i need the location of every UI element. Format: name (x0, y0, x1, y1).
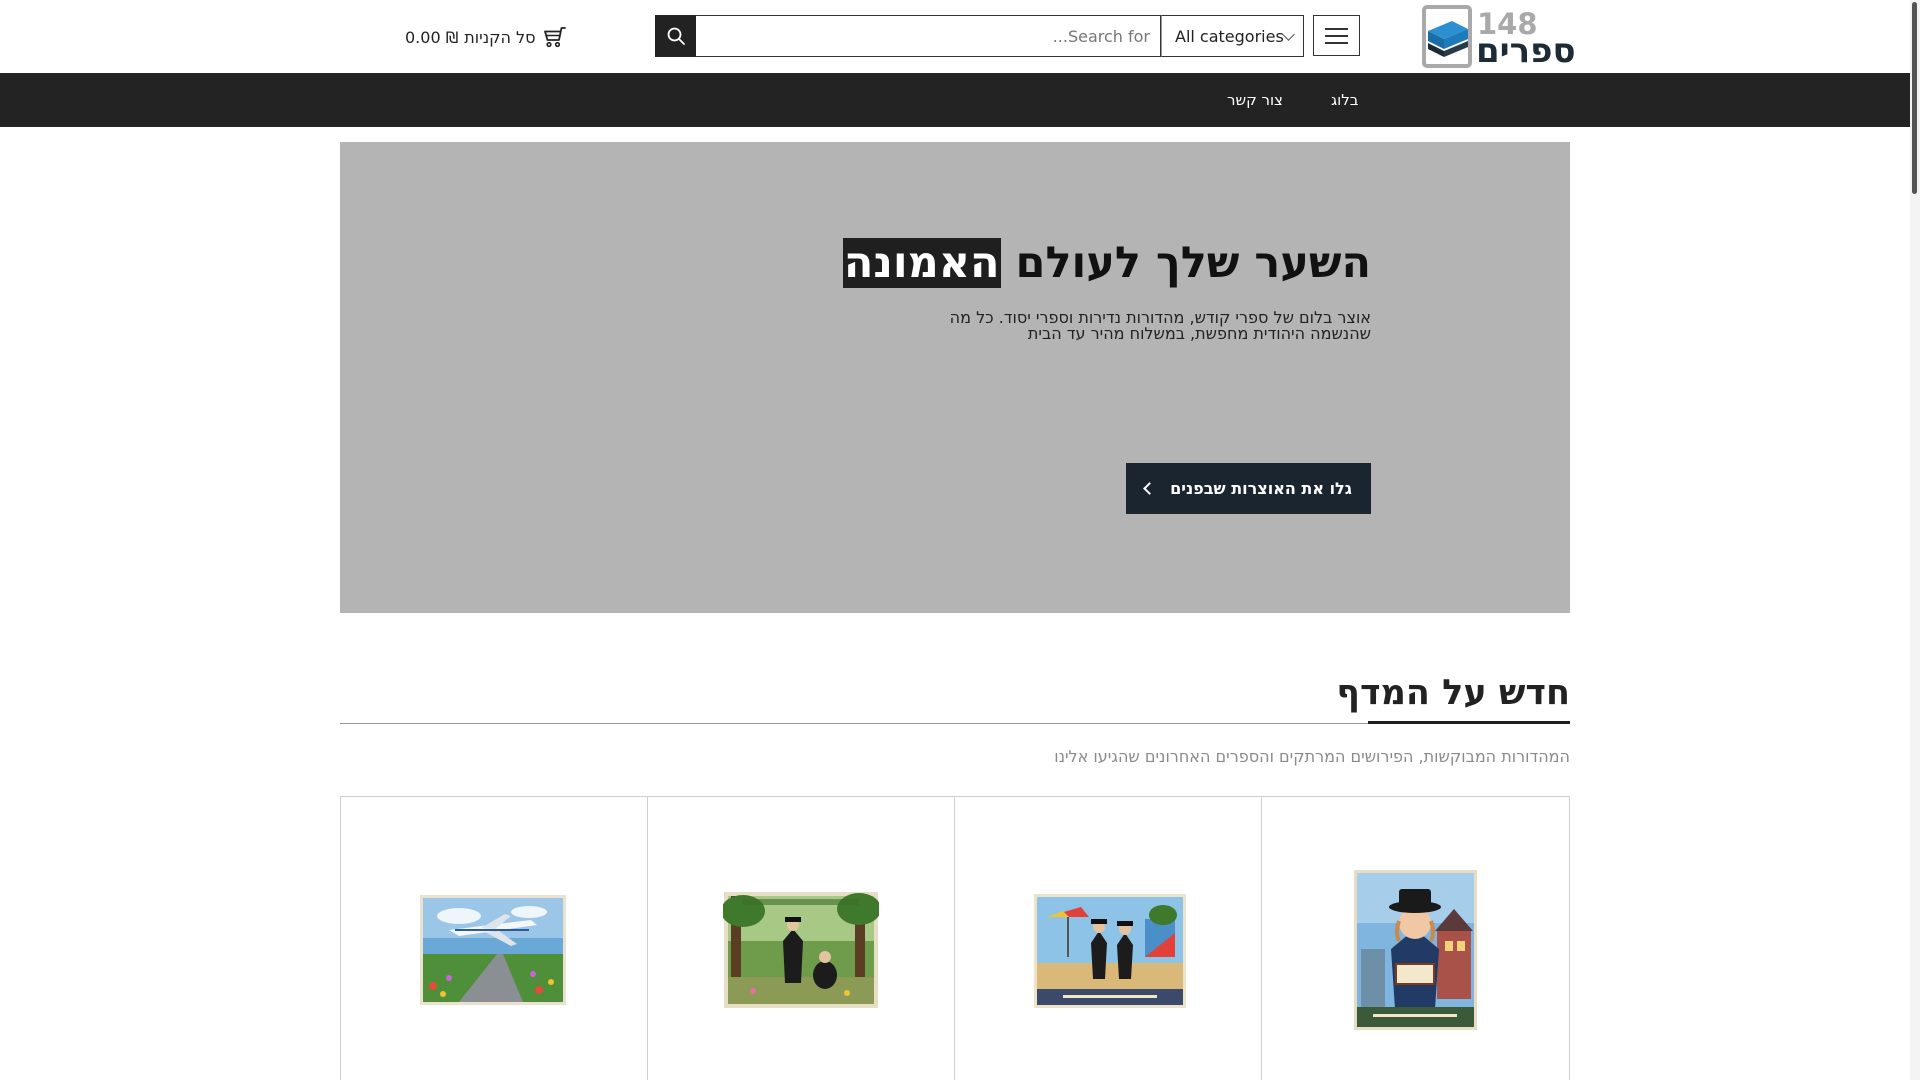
logo-word: ספרים (1476, 31, 1576, 71)
search-bar: All categories (655, 15, 1304, 57)
site-logo[interactable]: 148 ספרים (1422, 5, 1576, 69)
hero-banner: השער שלך לעולם האמונה אוצר בלום של ספרי … (340, 142, 1570, 613)
site-header: 148 ספרים All categories סל הקניות 0.00 … (0, 0, 1910, 73)
nav-item-blog[interactable]: בלוג (1331, 73, 1358, 127)
main-navigation: בלוג צור קשר (0, 73, 1910, 127)
chevron-down-icon (1282, 27, 1295, 41)
book-cover-boy-reading-image[interactable] (1353, 869, 1478, 1031)
cart-total: 0.00 ₪ (405, 27, 459, 47)
hero-cta-label: גלו את האוצרות שבפנים (1170, 479, 1352, 498)
product-card[interactable] (955, 797, 1262, 1080)
category-select-value: All categories (1175, 26, 1284, 46)
section-title-underline (1368, 721, 1570, 724)
shopping-cart-icon (543, 27, 566, 48)
hero-cta-button[interactable]: גלו את האוצרות שבפנים (1126, 463, 1371, 514)
logo-book-icon (1422, 5, 1472, 68)
menu-line (1325, 27, 1348, 30)
chevron-left-icon (1143, 482, 1156, 495)
menu-line (1325, 41, 1348, 44)
cart-label: סל הקניות (464, 27, 536, 47)
hero-title-highlight: האמונה (842, 238, 1001, 288)
cart-link[interactable]: סל הקניות 0.00 ₪ (405, 24, 566, 50)
book-cover-forest-image[interactable] (723, 891, 879, 1009)
search-input[interactable] (696, 15, 1161, 57)
book-cover-playground-image[interactable] (1033, 893, 1187, 1009)
category-select[interactable]: All categories (1161, 15, 1304, 57)
hero-title-text: השער שלך לעולם (1015, 238, 1371, 288)
product-grid (340, 796, 1570, 1080)
nav-item-contact[interactable]: צור קשר (1227, 73, 1283, 127)
page-scrollbar-thumb[interactable] (1912, 2, 1917, 194)
product-card[interactable] (341, 797, 648, 1080)
section-title: חדש על המדף (1336, 673, 1570, 713)
hamburger-menu-button[interactable] (1313, 15, 1360, 56)
search-icon (667, 27, 685, 45)
hero-title: השער שלך לעולם האמונה (842, 238, 1371, 288)
hero-subtitle: אוצר בלום של ספרי קודש, מהדורות נדירות ו… (949, 308, 1371, 343)
menu-line (1325, 34, 1348, 37)
book-cover-airplane-image[interactable] (419, 894, 567, 1006)
product-card[interactable] (1262, 797, 1569, 1080)
product-card[interactable] (648, 797, 955, 1080)
section-subtitle: המהדורות המבוקשות, הפירושים המרתקים והספ… (1054, 747, 1570, 766)
search-button[interactable] (655, 15, 696, 57)
